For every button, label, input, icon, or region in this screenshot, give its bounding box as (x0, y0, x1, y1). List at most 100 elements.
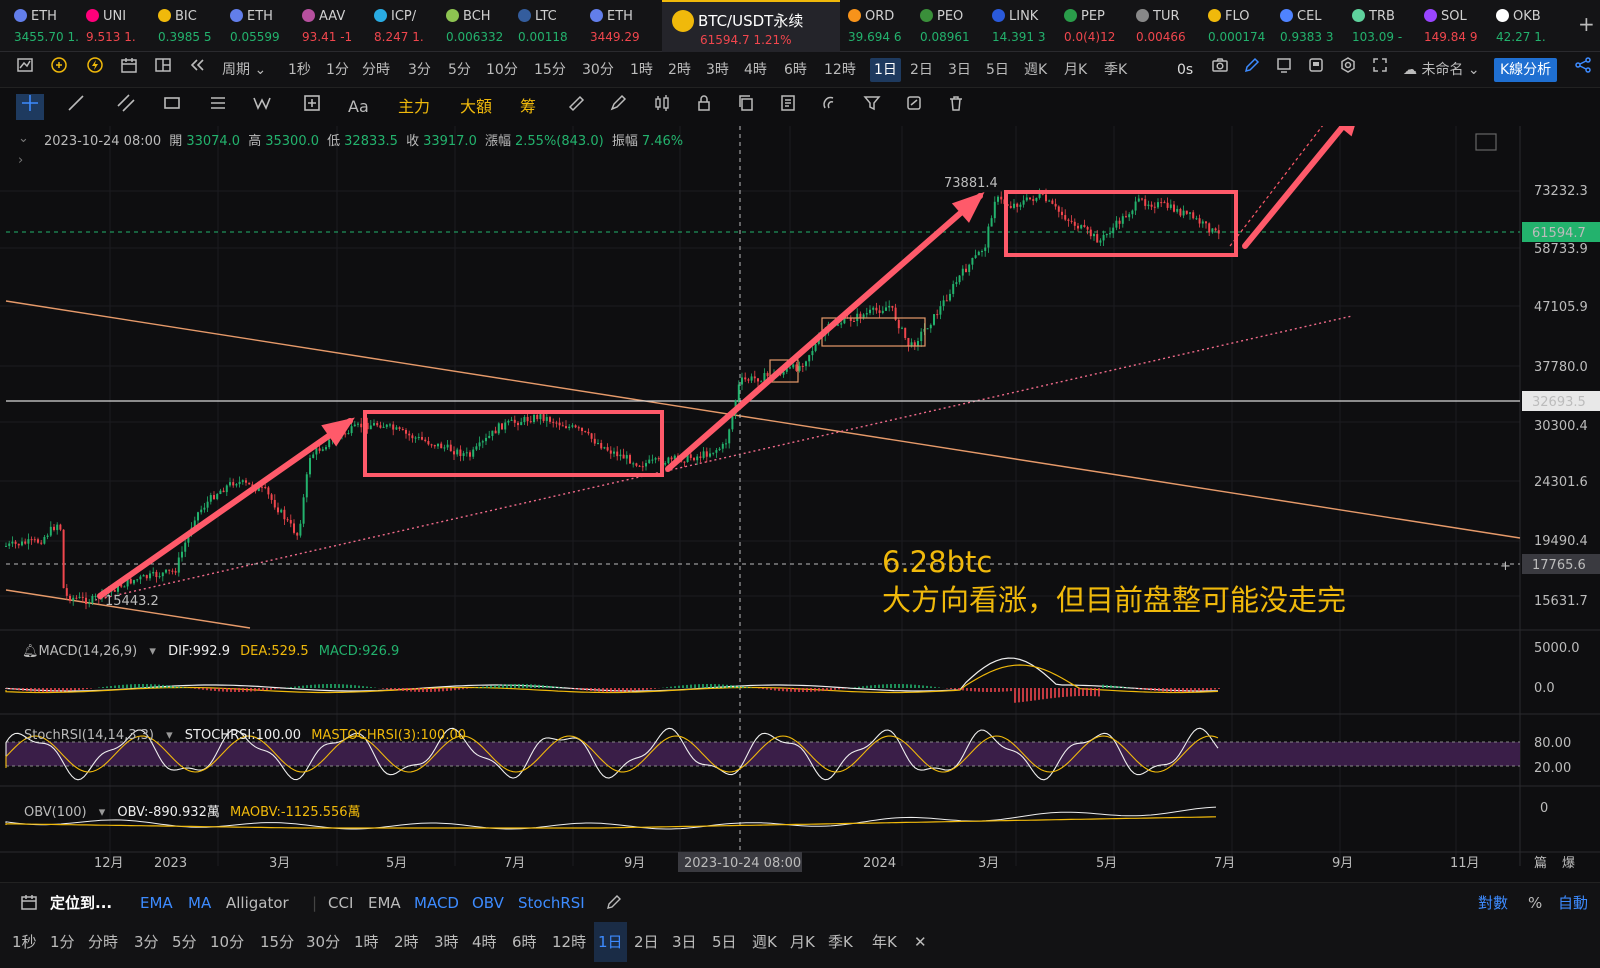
settings-icon[interactable] (1339, 52, 1357, 88)
bottom-timeframe-5[interactable]: 10分 (210, 922, 244, 962)
timeframe-1[interactable]: 1分 (326, 52, 349, 88)
text-tool[interactable]: Aa (348, 94, 369, 120)
rewind-icon[interactable] (188, 52, 206, 88)
auto-scale-toggle[interactable]: 自動 (1558, 883, 1588, 923)
trash-icon[interactable] (942, 94, 970, 120)
timeframe-15[interactable]: 2日 (910, 52, 933, 88)
expand-icon[interactable]: › (18, 153, 23, 168)
bottom-timeframe-6[interactable]: 15分 (260, 922, 294, 962)
ticker-tab-14[interactable]: FLO 0.000174 (1208, 0, 1280, 52)
calendar-icon[interactable] (120, 52, 138, 88)
calendar-locate-icon[interactable] (20, 883, 38, 923)
bottom-timeframe-0[interactable]: 1秒 (12, 922, 37, 962)
layout-name-dropdown[interactable]: ☁ 未命名 ⌄ (1403, 52, 1480, 88)
percent-scale-toggle[interactable]: % (1528, 883, 1542, 923)
bottom-timeframe-3[interactable]: 3分 (134, 922, 159, 962)
wave-pattern-icon[interactable] (250, 94, 278, 120)
timeframe-6[interactable]: 15分 (534, 52, 566, 88)
timeframe-8[interactable]: 1時 (630, 52, 653, 88)
ticker-tab-5[interactable]: ICP/8.247 1. (374, 0, 446, 52)
active-ticker-tab[interactable]: BTC/USDT永续 61594.7 1.21% (662, 0, 840, 52)
indicator-alligator[interactable]: Alligator (226, 883, 289, 923)
fullscreen-icon[interactable] (1371, 52, 1389, 88)
ticker-tab-6[interactable]: BCH 0.006332 (446, 0, 518, 52)
layout-icon[interactable] (154, 52, 172, 88)
bottom-timeframe-17[interactable]: 5日 (712, 922, 737, 962)
bottom-timeframe-21[interactable]: 年K (872, 922, 897, 962)
ticker-tab-4[interactable]: AAV 93.41 -1 (302, 0, 374, 52)
edit-icon[interactable] (606, 883, 622, 923)
chart-type-icon[interactable] (16, 52, 34, 88)
timeframe-9[interactable]: 2時 (668, 52, 691, 88)
indicator-cci[interactable]: CCI (328, 883, 353, 923)
timeframe-18[interactable]: 週K (1024, 52, 1047, 88)
bottom-timeframe-1[interactable]: 1分 (50, 922, 75, 962)
bottom-timeframe-11[interactable]: 4時 (472, 922, 497, 962)
bottom-timeframe-19[interactable]: 月K (790, 922, 815, 962)
timeframe-0[interactable]: 1秒 (288, 52, 311, 88)
measure-icon[interactable] (298, 94, 326, 120)
copy-icon[interactable] (732, 94, 760, 120)
indicator-ema-sub[interactable]: EMA (368, 883, 401, 923)
timeframe-12[interactable]: 6時 (784, 52, 807, 88)
ticker-tab-3[interactable]: ETH 0.05599 (230, 0, 302, 52)
ticker-tab-1[interactable]: UNI 9.513 1. (86, 0, 158, 52)
ticker-tab-8[interactable]: ETH 3449.29 (590, 0, 662, 52)
rectangle-icon[interactable] (158, 94, 186, 120)
indicator-icon[interactable] (50, 52, 68, 88)
bottom-timeframe-14[interactable]: 1日 (594, 922, 627, 962)
timeframe-2[interactable]: 分時 (362, 52, 390, 88)
indicator-ma[interactable]: MA (188, 883, 211, 923)
chips-tool[interactable]: 筹 (520, 94, 536, 120)
bottom-timeframe-15[interactable]: 2日 (634, 922, 659, 962)
indicator-macd[interactable]: MACD (414, 883, 459, 923)
collapse-icon[interactable]: ⌄ (18, 131, 29, 146)
indicator-obv[interactable]: OBV (472, 883, 504, 923)
ticker-tab-13[interactable]: TUR 0.00466 (1136, 0, 1208, 52)
template-icon[interactable] (1307, 52, 1325, 88)
bottom-timeframe-4[interactable]: 5分 (172, 922, 197, 962)
big-order-tool[interactable]: 大額 (460, 94, 492, 120)
timeframe-7[interactable]: 30分 (582, 52, 614, 88)
ruler-icon[interactable] (562, 94, 590, 120)
ticker-tab-10[interactable]: PEO 0.08961 (920, 0, 992, 52)
ticker-tab-7[interactable]: LTC 0.00118 (518, 0, 590, 52)
log-scale-toggle[interactable]: 對數 (1478, 883, 1508, 923)
magnet-icon[interactable] (816, 94, 844, 120)
timeframe-20[interactable]: 季K (1104, 52, 1127, 88)
brush-icon[interactable] (604, 94, 632, 120)
candle-icon[interactable] (648, 94, 676, 120)
locate-button[interactable]: 定位到... (50, 883, 112, 923)
main-force-tool[interactable]: 主力 (398, 94, 430, 120)
note-icon[interactable] (774, 94, 802, 120)
period-dropdown[interactable]: 周期 ⌄ (222, 52, 266, 88)
share-icon[interactable] (1574, 52, 1592, 88)
bottom-timeframe-13[interactable]: 12時 (552, 922, 586, 962)
filter-icon[interactable] (858, 94, 886, 120)
ticker-tab-12[interactable]: PEP 0.0(4)12 (1064, 0, 1136, 52)
bottom-timeframe-18[interactable]: 週K (752, 922, 777, 962)
ticker-tab-9[interactable]: ORD 39.694 6 (848, 0, 920, 52)
ticker-tab-18[interactable]: OKB 42.27 1. (1496, 0, 1568, 52)
timeframe-3[interactable]: 3分 (408, 52, 431, 88)
pen-icon[interactable] (1243, 52, 1261, 88)
trendline-icon[interactable] (62, 94, 90, 120)
timeframe-5[interactable]: 10分 (486, 52, 518, 88)
lock-icon[interactable] (690, 94, 718, 120)
bottom-timeframe-12[interactable]: 6時 (512, 922, 537, 962)
ticker-tab-0[interactable]: ETH 3455.70 1. (14, 0, 86, 52)
bottom-timeframe-10[interactable]: 3時 (434, 922, 459, 962)
bottom-timeframe-16[interactable]: 3日 (672, 922, 697, 962)
bottom-timeframe-20[interactable]: 季K (828, 922, 853, 962)
crosshair-icon[interactable] (16, 94, 44, 120)
kline-analysis-button[interactable]: K線分析 (1494, 58, 1558, 82)
timeframe-14[interactable]: 1日 (870, 58, 901, 82)
price-chart[interactable]: 73232.3 58733.9 47105.9 37780.0 30300.4 24301… (0, 126, 1600, 882)
sync-icon[interactable] (900, 94, 928, 120)
bottom-timeframe-9[interactable]: 2時 (394, 922, 419, 962)
timeframe-11[interactable]: 4時 (744, 52, 767, 88)
ticker-tab-11[interactable]: LINK 14.391 3 (992, 0, 1064, 52)
indicator-ema[interactable]: EMA (140, 883, 173, 923)
ticker-tab-16[interactable]: TRB 103.09 - (1352, 0, 1424, 52)
add-tab-button[interactable]: + (1578, 12, 1595, 36)
